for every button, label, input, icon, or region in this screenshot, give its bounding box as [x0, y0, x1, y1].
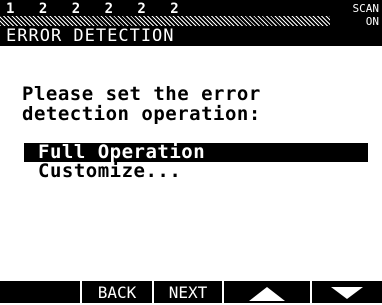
- prompt-line-1: Please set the error: [22, 83, 261, 105]
- prompt-line-2: detection operation:: [22, 103, 261, 125]
- lcd-screen: 1 2 2 2 2 2 SCAN ON ERROR DETECTION Plea…: [0, 0, 382, 303]
- softkey-bar: BACK NEXT: [0, 281, 382, 303]
- option-list: Full Operation Customize...: [24, 143, 368, 181]
- status-bar: 1 2 2 2 2 2 SCAN ON: [0, 0, 382, 46]
- scan-label: SCAN: [352, 2, 380, 15]
- back-button[interactable]: BACK: [82, 281, 152, 303]
- page-title: ERROR DETECTION: [0, 26, 340, 46]
- arrow-up-icon: [249, 287, 285, 301]
- down-button[interactable]: [312, 281, 382, 303]
- status-dither-pattern: [0, 16, 330, 26]
- channel-indicators: 1 2 2 2 2 2: [6, 1, 187, 17]
- up-button[interactable]: [224, 281, 310, 303]
- option-customize[interactable]: Customize...: [24, 162, 368, 181]
- arrow-down-icon: [331, 287, 363, 299]
- prompt-text: Please set the error detection operation…: [22, 84, 362, 124]
- next-button[interactable]: NEXT: [154, 281, 222, 303]
